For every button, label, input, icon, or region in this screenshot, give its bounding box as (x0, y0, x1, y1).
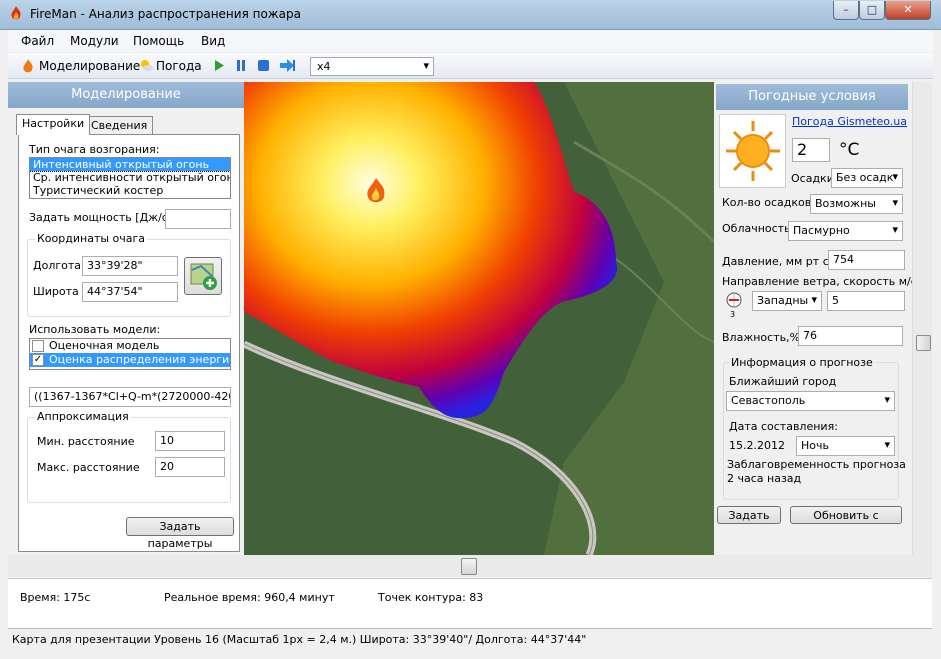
model-estimate-label: Оценочная модель (49, 339, 160, 352)
temperature-input[interactable]: 2 (792, 138, 830, 162)
menu-bar: Файл Модули Помощь Вид (8, 30, 933, 52)
date-label: Дата составления: (729, 420, 838, 433)
minimize-button[interactable]: – (833, 1, 859, 20)
lead-label: Заблаговременность прогноза (727, 458, 906, 471)
right-panel: Погодные условия Погода Gismeteo.ua 2 °C… (714, 82, 917, 554)
precip-select[interactable]: Без осадк (831, 168, 903, 188)
lead-value: 2 часа назад (727, 472, 802, 485)
real-time: Реальное время: 960,4 минут (164, 591, 335, 604)
stop-icon[interactable] (257, 59, 270, 72)
contour-points: Точек контура: 83 (378, 591, 484, 604)
maximize-button[interactable]: □ (859, 1, 885, 20)
weather-image (719, 114, 786, 188)
model-energy-checkbox[interactable]: ✓ (32, 354, 44, 366)
list-item[interactable]: Ср. интенсивности открытый огонь (30, 171, 230, 184)
settings-tab-page: Тип очага возгорания: Интенсивный открыт… (18, 134, 240, 552)
models-label: Использовать модели: (29, 323, 161, 336)
wind-speed-input[interactable]: 5 (827, 291, 905, 311)
approx-group-title: Аппроксимация (35, 410, 131, 423)
lat-label: Широта (33, 285, 79, 298)
temperature-unit: °C (839, 140, 860, 160)
map-add-icon (190, 263, 217, 290)
weather-icon (141, 60, 153, 71)
horizontal-scrollbar[interactable] (8, 555, 932, 577)
simulation-info: Время: 175с Реальное время: 960,4 минут … (8, 578, 932, 628)
window-title: FireMan - Анализ распространения пожара (30, 7, 301, 21)
set-params-button[interactable]: Задать параметры (126, 517, 234, 550)
title-bar: FireMan - Анализ распространения пожара (0, 0, 941, 30)
speed-select[interactable]: x4 (310, 57, 434, 76)
pause-icon[interactable] (235, 59, 247, 72)
menu-file[interactable]: Файл (21, 34, 54, 48)
pick-on-map-button[interactable] (184, 257, 222, 295)
close-button[interactable]: ✕ (885, 1, 931, 20)
wind-icon-number: 3 (730, 310, 736, 319)
sim-time: Время: 175с (20, 591, 91, 604)
power-label: Задать мощность [Дж/с] (29, 211, 173, 224)
tab-settings[interactable]: Настройки (16, 114, 91, 135)
list-item[interactable]: Интенсивный открытый огонь (30, 158, 230, 172)
pressure-label: Давление, мм рт ст (722, 255, 836, 268)
power-input[interactable] (165, 209, 231, 229)
list-item: Оценочная модель (30, 339, 230, 353)
refresh-weather-button[interactable]: Обновить с (790, 506, 902, 524)
max-dist-input[interactable]: 20 (155, 457, 225, 477)
lon-label: Долгота (33, 259, 82, 272)
weather-button[interactable]: Погода (156, 59, 202, 73)
left-panel: Моделирование Настройки Сведения Тип оча… (8, 82, 244, 554)
city-label: Ближайший город (729, 375, 837, 388)
fire-type-list[interactable]: Интенсивный открытый огонь Ср. интенсивн… (29, 157, 231, 199)
set-weather-button[interactable]: Задать (717, 506, 781, 524)
modeling-button[interactable]: Моделирование (39, 59, 140, 73)
forecast-group-title: Информация о прогнозе (729, 356, 875, 369)
city-select[interactable]: Севастополь (726, 391, 895, 411)
humidity-input[interactable]: 76 (798, 326, 903, 346)
humidity-label: Влажность,% (722, 331, 801, 344)
precip-label: Осадки (791, 172, 834, 185)
toolbar: Моделирование Погода x4 (8, 53, 933, 79)
vertical-scrollbar[interactable] (912, 82, 932, 555)
fire-app-icon (11, 6, 21, 20)
tab-info[interactable]: Сведения (85, 116, 154, 135)
play-icon[interactable] (213, 59, 225, 72)
cloud-label: Облачность (722, 222, 791, 235)
right-panel-header: Погодные условия (716, 84, 908, 110)
step-icon[interactable] (279, 58, 296, 73)
pressure-input[interactable]: 754 (828, 250, 905, 270)
date-value: 15.2.2012 (729, 439, 785, 452)
lat-input[interactable]: 44°37'54" (82, 282, 178, 302)
wind-direction-select[interactable]: Западны (752, 291, 822, 311)
list-item: ✓ Оценка распределения энергии (30, 353, 230, 367)
min-dist-input[interactable]: 10 (155, 431, 225, 451)
formula-input[interactable]: ((1367-1367*Cl+Q-m*(2720000-4200*T+( (29, 387, 231, 407)
vertical-scroll-thumb[interactable] (916, 335, 931, 351)
lon-input[interactable]: 33°39'28" (82, 256, 178, 276)
map-canvas[interactable] (244, 82, 714, 555)
horizontal-scroll-thumb[interactable] (461, 558, 477, 575)
min-dist-label: Мин. расстояние (37, 435, 135, 448)
left-panel-header: Моделирование (8, 82, 244, 108)
menu-help[interactable]: Помощь (133, 34, 184, 48)
model-estimate-checkbox[interactable] (32, 340, 44, 352)
menu-modules[interactable]: Модули (70, 34, 119, 48)
fire-type-label: Тип очага возгорания: (29, 143, 160, 156)
model-energy-label: Оценка распределения энергии (49, 353, 231, 366)
gismeteo-link[interactable]: Погода Gismeteo.ua (792, 115, 907, 128)
cloud-select[interactable]: Пасмурно (788, 221, 903, 241)
max-dist-label: Макс. расстояние (37, 461, 140, 474)
wind-label: Направление ветра, скорость м/с (722, 275, 917, 288)
list-item[interactable]: Туристический костер (30, 184, 230, 197)
status-bar: Карта для презентации Уровень 16 (Масшта… (8, 628, 932, 650)
map-view[interactable] (244, 82, 714, 555)
time-of-day-select[interactable]: Ночь (796, 436, 895, 456)
sun-icon (726, 121, 780, 181)
precip-amount-label: Кол-во осадков (722, 196, 812, 209)
menu-view[interactable]: Вид (201, 34, 225, 48)
coords-group-title: Координаты очага (35, 232, 148, 245)
models-list: Оценочная модель ✓ Оценка распределения … (29, 338, 231, 370)
flame-icon (23, 59, 33, 73)
status-text: Карта для презентации Уровень 16 (Масшта… (12, 633, 587, 646)
precip-amount-select[interactable]: Возможны (810, 194, 903, 214)
